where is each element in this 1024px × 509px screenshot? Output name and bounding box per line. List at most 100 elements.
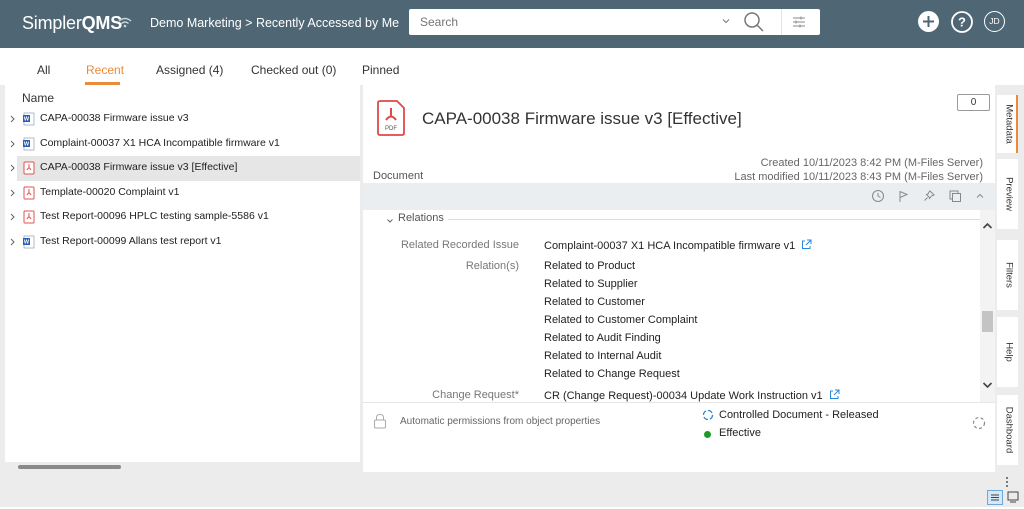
list-view-button[interactable] bbox=[987, 490, 1003, 505]
side-tab-preview[interactable]: Preview bbox=[997, 159, 1018, 229]
tab-all[interactable]: All bbox=[37, 63, 50, 77]
preview-view-icon[interactable] bbox=[1007, 491, 1019, 503]
user-avatar[interactable]: JD bbox=[984, 11, 1005, 32]
pdf-icon bbox=[23, 161, 35, 175]
open-external-icon[interactable] bbox=[829, 389, 840, 400]
comments-button[interactable]: 0 bbox=[957, 94, 990, 111]
chevron-right-icon[interactable] bbox=[9, 187, 17, 199]
section-title-relations[interactable]: Relations bbox=[398, 212, 444, 224]
scroll-down-icon[interactable] bbox=[982, 381, 993, 390]
tab-assigned[interactable]: Assigned (4) bbox=[156, 63, 223, 77]
list-item[interactable]: Test Report-00096 HPLC testing sample-55… bbox=[5, 205, 360, 229]
search-input[interactable] bbox=[409, 9, 709, 35]
search-icon[interactable] bbox=[743, 11, 765, 33]
pdf-file-icon: PDF bbox=[377, 100, 405, 136]
collapse-icon[interactable] bbox=[973, 189, 987, 203]
side-tab-dashboard[interactable]: Dashboard bbox=[997, 395, 1018, 465]
side-tab-label: Filters bbox=[1003, 262, 1015, 288]
history-icon[interactable] bbox=[871, 189, 885, 203]
side-tab-label: Preview bbox=[1003, 177, 1015, 211]
svg-text:?: ? bbox=[958, 15, 966, 30]
chevron-right-icon[interactable] bbox=[9, 211, 17, 223]
side-tab-label: Dashboard bbox=[1003, 406, 1015, 454]
flag-icon[interactable] bbox=[896, 189, 910, 203]
side-tabs: Metadata Preview Filters Help Dashboard bbox=[997, 85, 1024, 485]
relation-value[interactable]: Related to Internal Audit bbox=[544, 350, 661, 362]
workflow-icon bbox=[702, 409, 714, 421]
scrollbar-thumb[interactable] bbox=[982, 311, 993, 332]
state-indicator-dot bbox=[704, 431, 711, 438]
relation-value[interactable]: Related to Product bbox=[544, 260, 635, 272]
search-box bbox=[409, 9, 820, 35]
change-state-icon[interactable] bbox=[971, 415, 987, 431]
object-type: Document bbox=[373, 170, 424, 182]
properties-list: Relations Related Recorded Issue Complai… bbox=[363, 210, 980, 402]
side-tab-metadata[interactable]: Metadata bbox=[997, 95, 1018, 153]
word-doc-icon: W bbox=[23, 137, 35, 151]
relation-value[interactable]: Related to Customer bbox=[544, 296, 645, 308]
word-doc-icon: W bbox=[23, 235, 35, 249]
list-item-label: CAPA-00038 Firmware issue v3 [Effective] bbox=[40, 161, 238, 173]
vertical-scrollbar[interactable] bbox=[980, 210, 995, 402]
property-value-text: CR (Change Request)-00034 Update Work In… bbox=[544, 390, 823, 402]
side-tab-filters[interactable]: Filters bbox=[997, 240, 1018, 310]
scroll-up-icon[interactable] bbox=[982, 221, 993, 230]
pin-icon[interactable] bbox=[922, 189, 936, 203]
list-item[interactable]: W Complaint-00037 X1 HCA Incompatible fi… bbox=[5, 132, 360, 156]
relation-value[interactable]: Related to Audit Finding bbox=[544, 332, 661, 344]
list-item[interactable]: W Test Report-00099 Allans test report v… bbox=[5, 230, 360, 254]
permissions-text[interactable]: Automatic permissions from object proper… bbox=[400, 416, 600, 427]
relation-value[interactable]: Related to Supplier bbox=[544, 278, 638, 290]
list-item-selected[interactable]: CAPA-00038 Firmware issue v3 [Effective] bbox=[5, 156, 360, 181]
column-header-name[interactable]: Name bbox=[22, 91, 54, 105]
property-value-change-request[interactable]: CR (Change Request)-00034 Update Work In… bbox=[544, 389, 840, 402]
svg-text:W: W bbox=[24, 117, 30, 123]
app-logo[interactable]: SimplerQMS bbox=[22, 13, 122, 34]
help-icon[interactable]: ? bbox=[951, 11, 973, 33]
logo-prefix: Simpler bbox=[22, 13, 82, 33]
section-divider bbox=[448, 219, 980, 220]
chevron-right-icon[interactable] bbox=[9, 138, 17, 150]
chevron-right-icon[interactable] bbox=[9, 113, 17, 125]
relation-value[interactable]: Related to Customer Complaint bbox=[544, 314, 697, 326]
horizontal-scrollbar[interactable] bbox=[18, 465, 121, 469]
connection-icon bbox=[118, 17, 132, 28]
action-bar bbox=[363, 183, 995, 210]
tab-pinned[interactable]: Pinned bbox=[362, 63, 399, 77]
chevron-right-icon[interactable] bbox=[9, 162, 17, 174]
list-item-label: Test Report-00096 HPLC testing sample-55… bbox=[40, 210, 269, 222]
more-options-icon[interactable] bbox=[1005, 476, 1009, 488]
lock-icon[interactable] bbox=[373, 413, 387, 429]
svg-text:W: W bbox=[24, 142, 30, 148]
breadcrumb[interactable]: Demo Marketing > Recently Accessed by Me bbox=[150, 16, 399, 30]
tab-recent[interactable]: Recent bbox=[86, 63, 124, 77]
property-label: Related Recorded Issue bbox=[400, 239, 519, 251]
relation-value[interactable]: Related to Change Request bbox=[544, 368, 680, 380]
copy-icon[interactable] bbox=[948, 189, 962, 203]
open-external-icon[interactable] bbox=[801, 239, 812, 250]
property-label: Relation(s) bbox=[465, 260, 519, 272]
property-value-text: Complaint-00037 X1 HCA Incompatible firm… bbox=[544, 240, 796, 252]
property-value-related-issue[interactable]: Complaint-00037 X1 HCA Incompatible firm… bbox=[544, 239, 812, 252]
workflow-name[interactable]: Controlled Document - Released bbox=[719, 409, 879, 421]
chevron-right-icon[interactable] bbox=[9, 236, 17, 248]
workflow-state[interactable]: Effective bbox=[719, 427, 761, 439]
object-timestamps: Created 10/11/2023 8:42 PM (M-Files Serv… bbox=[734, 156, 983, 184]
view-tabs: All Recent Assigned (4) Checked out (0) … bbox=[0, 48, 1024, 85]
property-label: Change Request* bbox=[432, 389, 519, 401]
search-divider bbox=[781, 9, 782, 35]
list-item[interactable]: Template-00020 Complaint v1 bbox=[5, 181, 360, 205]
svg-text:PDF: PDF bbox=[385, 126, 397, 132]
chevron-down-icon[interactable] bbox=[720, 15, 732, 27]
list-item-label: Template-00020 Complaint v1 bbox=[40, 186, 180, 198]
logo-suffix: QMS bbox=[81, 13, 123, 33]
filter-options-icon[interactable] bbox=[791, 14, 807, 30]
list-item[interactable]: W CAPA-00038 Firmware issue v3 bbox=[5, 107, 360, 131]
side-tab-help[interactable]: Help bbox=[997, 317, 1018, 387]
pdf-icon bbox=[23, 210, 35, 224]
add-icon[interactable] bbox=[918, 11, 939, 32]
chevron-down-icon[interactable] bbox=[385, 216, 395, 226]
tab-checked-out[interactable]: Checked out (0) bbox=[251, 63, 336, 77]
list-item-label: CAPA-00038 Firmware issue v3 bbox=[40, 112, 189, 124]
modified-info: Last modified 10/11/2023 8:43 PM (M-File… bbox=[734, 171, 983, 183]
